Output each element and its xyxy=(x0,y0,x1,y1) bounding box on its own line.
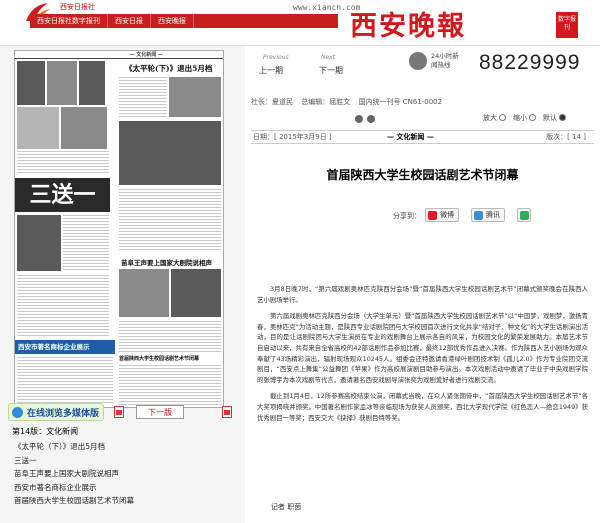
section-name: — 文化新闻 — xyxy=(387,133,434,141)
hotline-number: 88229999 xyxy=(479,51,581,74)
masthead-title: 西安晚報 xyxy=(350,11,466,42)
prev-issue-link[interactable]: 上一期 xyxy=(259,65,283,76)
phone-icon xyxy=(409,52,427,70)
edition-list-item[interactable]: 苗阜王声要上国家大剧院说相声 xyxy=(14,467,234,481)
edition-list-item[interactable]: 三送一 xyxy=(14,454,234,468)
page-tools: 在线浏览多媒体版 下一版 xyxy=(8,402,238,422)
paper-text-block xyxy=(17,357,113,405)
edition-title: 第14版：文化新闻 xyxy=(12,427,79,436)
article-paragraph: 第六届戏剧奥林匹克陕西分会场（大学生单元）暨“首届陕西大学生校园话剧艺术节”以“… xyxy=(257,312,588,384)
paper-text-block xyxy=(119,77,167,117)
photo-4 xyxy=(17,107,59,149)
zoom-out-radio[interactable] xyxy=(529,114,536,121)
issue-date: 日期：[ 2015年3月9日 ] xyxy=(253,133,332,141)
share-tencent-button[interactable]: 腾讯 xyxy=(471,208,505,222)
share-label: 分享到： xyxy=(393,212,421,220)
paper-section-name: — 文化新闻 — xyxy=(129,52,163,58)
edition-list-item[interactable]: 首届陕西大学生校园话剧艺术节闭幕 xyxy=(14,494,234,508)
masthead-badge: 数字报刊 xyxy=(556,12,578,38)
photo-3 xyxy=(79,61,105,105)
multimedia-view-label: 在线浏览多媒体版 xyxy=(27,409,100,419)
paper-headline-miaofu[interactable]: 苗阜王声要上国家大剧院说相声 xyxy=(121,257,212,267)
page-number: 版次：[ 14 ] xyxy=(546,133,586,141)
share-tencent-label: 腾讯 xyxy=(486,211,500,219)
next-page-button[interactable]: 下一版 xyxy=(136,405,184,419)
paper-banner-three-send-one[interactable]: 三送一 xyxy=(15,178,110,212)
photo-1 xyxy=(17,61,45,105)
paper-headline-drama-festival[interactable]: 首届陕西大学生校园话剧艺术节闭幕 xyxy=(119,355,199,362)
photo-8 xyxy=(119,121,221,185)
right-column: Previous Next 上一期 下一期 24小时新闻热线 88229999 … xyxy=(245,46,600,523)
article-body: 3月8日晚7时，“第六届戏剧奥林匹克陕西分会场”暨“首届陕西大学生校园话剧艺术节… xyxy=(257,284,588,429)
zoom-default-label: 默认 xyxy=(543,114,557,122)
photo-9 xyxy=(119,269,169,317)
zoom-default-option[interactable]: 默认 xyxy=(543,113,566,123)
zoom-controls: 放大 缩小 默认 xyxy=(355,112,585,126)
share-weibo-button[interactable]: 微博 xyxy=(425,208,459,222)
paper-text-block xyxy=(119,321,221,353)
zoom-in-option[interactable]: 放大 xyxy=(483,113,506,123)
issue-pager: Previous Next 上一期 下一期 xyxy=(253,52,363,82)
top-nav: 西安日报社数字报刊 西安日报 西安晚报 xyxy=(30,14,338,28)
paper-page-header: — 文化新闻 — xyxy=(15,51,223,59)
zoom-out-option[interactable]: 缩小 xyxy=(513,113,536,123)
publisher-info: 社长：夏道民 xyxy=(251,98,293,106)
photo-6 xyxy=(17,215,61,271)
zoom-in-radio[interactable] xyxy=(499,114,506,121)
nav-xian-evening[interactable]: 西安晚报 xyxy=(151,14,194,28)
article-paragraph: 3月8日晚7时，“第六届戏剧奥林匹克陕西分会场”暨“首届陕西大学生校园话剧艺术节… xyxy=(257,285,588,304)
more-share-icon xyxy=(520,211,529,220)
nav-xian-daily[interactable]: 西安日报 xyxy=(108,14,151,28)
editor-info: 总编辑：屈胜文 xyxy=(301,98,351,106)
tencent-icon xyxy=(474,211,483,220)
zoom-out-label: 缩小 xyxy=(513,114,527,122)
prev-caption: Previous xyxy=(263,54,289,61)
edition-article-list: 《太平轮（下）》退出5月档 三送一 苗阜王声要上国家大剧院说相声 西安市著名商标… xyxy=(14,440,234,508)
top-header: 西安日报社 www.xiancn.com 西安日报社数字报刊 西安日报 西安晚报… xyxy=(0,0,600,46)
globe-icon xyxy=(12,407,23,418)
paper-headline-taipinglun[interactable]: 《太平轮(下)》退出5月档 xyxy=(125,63,212,74)
photo-5 xyxy=(61,107,107,149)
left-column: — 文化新闻 — 三送一 西安市著名商标企业展示 《太平轮(下)》退出5月档 苗… xyxy=(0,46,245,523)
paper-brand-banner[interactable]: 西安市著名商标企业展示 xyxy=(15,340,115,354)
nav-digital-paper[interactable]: 西安日报社数字报刊 xyxy=(30,14,108,28)
article-author: 记者 职茵 xyxy=(271,503,302,511)
share-more-button[interactable] xyxy=(517,208,531,222)
next-issue-link[interactable]: 下一期 xyxy=(319,65,343,76)
publication-info: 社长：夏道民 总编辑：屈胜文 国内统一刊号 CN61-0002 xyxy=(251,96,594,108)
issn-info: 国内统一刊号 CN61-0002 xyxy=(358,98,443,106)
article-paragraph: 截止到1月4日，12所参赛高校结束公演，闭幕式当晚，在众人紧张期待中，“首届陕西… xyxy=(257,392,588,422)
pdf-download-icon[interactable] xyxy=(222,406,232,418)
weibo-icon xyxy=(428,211,437,220)
zoom-default-radio[interactable] xyxy=(559,114,566,121)
hotline-label: 24小时新闻热线 xyxy=(431,52,459,69)
photo-2 xyxy=(47,61,77,105)
paper-text-block xyxy=(119,189,221,251)
hotline-box: 24小时新闻热线 88229999 xyxy=(409,48,598,76)
date-bar: 日期：[ 2015年3月9日 ] — 文化新闻 — 版次：[ 14 ] xyxy=(251,130,594,144)
paper-text-block xyxy=(119,365,221,405)
newspaper-page-thumbnail[interactable]: — 文化新闻 — 三送一 西安市著名商标企业展示 《太平轮(下)》退出5月档 苗… xyxy=(14,50,224,408)
paper-text-block xyxy=(17,151,109,173)
share-bar: 分享到： 微博 腾讯 xyxy=(393,208,593,224)
share-weibo-label: 微博 xyxy=(440,211,454,219)
pdf-icon[interactable] xyxy=(114,406,124,418)
site-name: 西安日报社 xyxy=(60,3,95,11)
prev-article-icon[interactable] xyxy=(355,115,363,123)
edition-list-item[interactable]: 西安市著名商标企业展示 xyxy=(14,481,234,495)
paper-text-block xyxy=(63,215,109,271)
multimedia-view-button[interactable]: 在线浏览多媒体版 xyxy=(8,403,104,421)
next-caption: Next xyxy=(321,54,336,61)
zoom-in-label: 放大 xyxy=(483,114,497,122)
photo-10 xyxy=(171,269,221,317)
paper-text-block xyxy=(17,275,109,337)
edition-list-item[interactable]: 《太平轮（下）》退出5月档 xyxy=(14,440,234,454)
photo-7 xyxy=(169,77,221,117)
article-title: 首届陕西大学生校园话剧艺术节闭幕 xyxy=(326,168,519,182)
next-article-icon[interactable] xyxy=(367,115,375,123)
masthead: 西安晚報 数字报刊 xyxy=(348,4,600,42)
